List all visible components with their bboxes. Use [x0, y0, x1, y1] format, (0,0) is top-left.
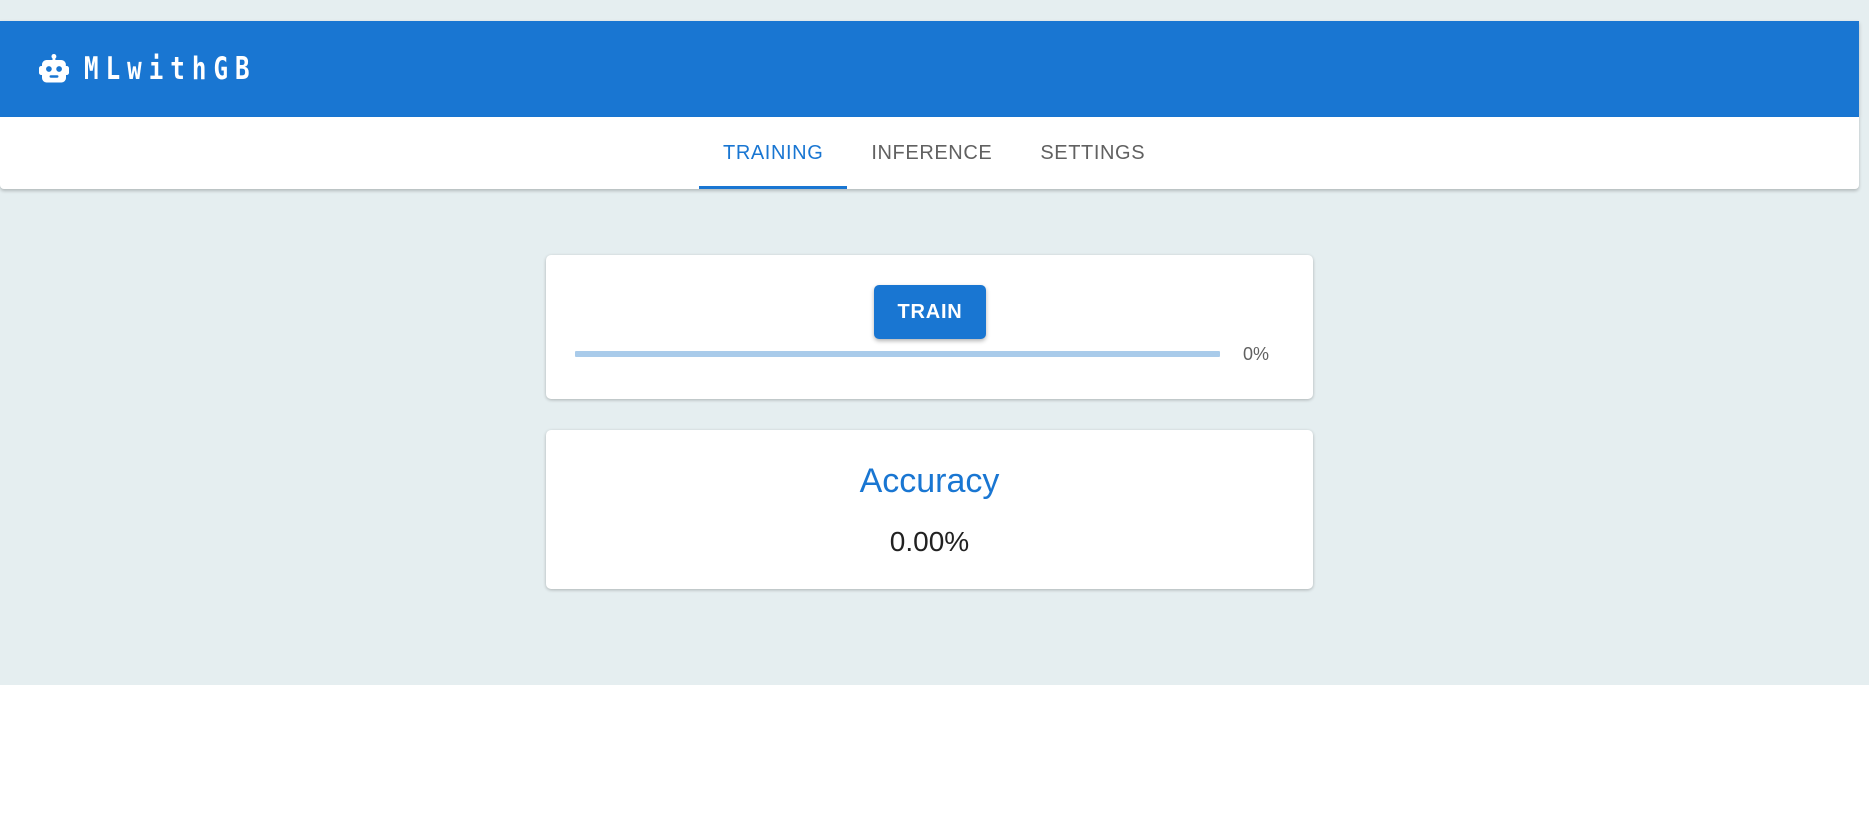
- accuracy-card: Accuracy 0.00%: [546, 430, 1313, 589]
- tab-list: TRAINING INFERENCE SETTINGS: [699, 117, 1169, 189]
- tab-bar: TRAINING INFERENCE SETTINGS: [0, 117, 1859, 189]
- app-bar: MLwithGB: [0, 21, 1859, 117]
- training-card: TRAIN 0%: [546, 255, 1313, 399]
- robot-icon: [39, 53, 69, 83]
- tab-settings[interactable]: SETTINGS: [1016, 117, 1169, 189]
- app-background: MLwithGB TRAINING INFERENCE SETTINGS TRA…: [0, 0, 1869, 685]
- app-title: MLwithGB: [84, 51, 257, 87]
- accuracy-title: Accuracy: [859, 462, 1000, 500]
- training-progress-label: 0%: [1243, 344, 1270, 364]
- tab-inference[interactable]: INFERENCE: [847, 117, 1016, 189]
- train-button[interactable]: TRAIN: [874, 285, 986, 339]
- tab-training[interactable]: TRAINING: [699, 117, 848, 189]
- accuracy-value: 0.00%: [889, 526, 970, 557]
- training-progress-bar: [575, 351, 1220, 357]
